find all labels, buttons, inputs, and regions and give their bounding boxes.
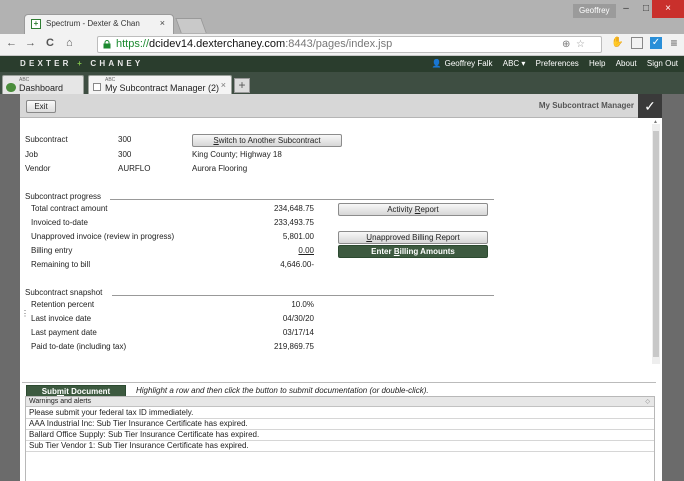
preferences-link[interactable]: Preferences xyxy=(536,59,579,68)
progress-label: Billing entry xyxy=(31,246,73,255)
url-text: https://dcidev14.dexterchaney.com:8443/p… xyxy=(116,38,393,50)
tab-label: My Subcontract Manager (2) xyxy=(105,83,220,93)
section-divider xyxy=(110,199,494,200)
job-label: Job xyxy=(25,150,38,159)
submit-hint: Highlight a row and then click the butto… xyxy=(136,386,429,395)
new-tab-button[interactable] xyxy=(175,18,207,33)
tab-label: Dashboard xyxy=(19,83,64,93)
cast-icon[interactable] xyxy=(631,37,643,49)
progress-value: 4,646.00- xyxy=(280,260,314,269)
table-row[interactable]: Ballard Office Supply: Sub Tier Insuranc… xyxy=(26,430,654,441)
snapshot-value: 219,869.75 xyxy=(273,342,314,351)
reload-icon[interactable]: C xyxy=(46,37,54,49)
scrollbar-thumb[interactable] xyxy=(653,131,659,357)
activity-report-button[interactable]: Activity Report xyxy=(338,203,488,216)
zoom-icon[interactable]: ⊕ xyxy=(562,39,570,50)
snapshot-label: Retention percent xyxy=(31,300,95,309)
switch-subcontract-label: witch to Another Subcontract xyxy=(218,136,321,145)
extension-check-icon[interactable]: ✓ xyxy=(650,37,662,49)
browser-navbar: ← → C ⌂ https://dcidev14.dexterchaney.co… xyxy=(0,34,684,56)
tab-dashboard[interactable]: ABC Dashboard xyxy=(2,75,84,94)
section-divider xyxy=(112,295,494,296)
user-menu: 👤 Geoffrey Falk ABC ▾ Preferences Help Ab… xyxy=(424,59,678,68)
billing-entry-link[interactable]: 0.00 xyxy=(234,246,314,255)
table-row[interactable]: Please submit your federal tax ID immedi… xyxy=(26,408,654,419)
browser-titlebar: + Spectrum - Dexter & Chan × Geoffrey – … xyxy=(0,0,684,34)
progress-value: 5,801.00 xyxy=(282,232,314,241)
user-icon: 👤 xyxy=(431,59,442,68)
app-header: DEXTER + CHANEY 👤 Geoffrey Falk ABC ▾ Pre… xyxy=(0,56,684,72)
app-tab-bar: ABC Dashboard ABC My Subcontract Manager… xyxy=(0,72,684,94)
job-description: King County; Highway 18 xyxy=(192,150,282,159)
bookmark-star-icon[interactable]: ☆ xyxy=(576,39,585,50)
table-row[interactable]: AAA Industrial Inc: Sub Tier Insurance C… xyxy=(26,419,654,430)
vendor-label: Vendor xyxy=(25,164,51,173)
progress-section-title: Subcontract progress xyxy=(25,192,102,201)
grid-header-label: Warnings and alerts xyxy=(29,398,91,405)
content-toolbar: Exit My Subcontract Manager ✓ xyxy=(20,94,662,118)
progress-label: Remaining to bill xyxy=(31,260,91,269)
confirm-check-icon[interactable]: ✓ xyxy=(638,94,662,118)
subcontract-value: 300 xyxy=(118,135,132,144)
lock-icon xyxy=(103,40,111,49)
exit-button[interactable]: Exit xyxy=(26,100,56,113)
main-content: Exit My Subcontract Manager ✓ ▲ Subcontr… xyxy=(20,94,662,481)
close-window-button[interactable]: × xyxy=(652,0,684,18)
browser-profile-chip[interactable]: Geoffrey xyxy=(573,4,616,18)
vendor-value: AURFLO xyxy=(118,164,151,173)
page-title: My Subcontract Manager xyxy=(538,101,634,110)
snapshot-label: Last payment date xyxy=(31,328,97,337)
tab-close-icon[interactable]: × xyxy=(221,80,226,90)
tab-close-icon[interactable]: × xyxy=(160,18,165,28)
address-bar[interactable]: https://dcidev14.dexterchaney.com:8443/p… xyxy=(97,36,602,53)
progress-label: Unapproved invoice (review in progress) xyxy=(31,232,175,241)
home-icon[interactable]: ⌂ xyxy=(66,37,73,49)
document-icon xyxy=(93,83,101,91)
browser-tab[interactable]: + Spectrum - Dexter & Chan × xyxy=(24,14,174,34)
about-link[interactable]: About xyxy=(616,59,637,68)
table-row[interactable]: Sub Tier Vendor 1: Sub Tier Insurance Ce… xyxy=(26,441,654,452)
snapshot-value: 04/30/20 xyxy=(282,314,314,323)
add-tab-button[interactable]: + xyxy=(234,78,250,93)
enter-billing-amounts-button[interactable]: Enter Billing Amounts xyxy=(338,245,488,258)
vertical-scrollbar[interactable] xyxy=(652,124,660,364)
snapshot-value: 10.0% xyxy=(291,300,314,309)
job-value: 300 xyxy=(118,150,132,159)
submit-bar: Submit Document Highlight a row and then… xyxy=(22,382,656,398)
user-name[interactable]: Geoffrey Falk xyxy=(445,59,493,68)
subcontract-label: Subcontract xyxy=(25,135,68,144)
tab-title: Spectrum - Dexter & Chan xyxy=(46,19,140,28)
vendor-description: Aurora Flooring xyxy=(192,164,248,173)
progress-value: 233,493.75 xyxy=(273,218,314,227)
back-arrow-icon[interactable]: ← xyxy=(6,37,17,49)
favicon-icon: + xyxy=(31,19,41,29)
resize-handle-icon[interactable]: ⋮ xyxy=(21,309,29,318)
forward-arrow-icon[interactable]: → xyxy=(25,37,36,49)
extension-hand-icon[interactable]: ✋ xyxy=(611,37,623,49)
expand-icon[interactable]: ◇ xyxy=(645,398,650,407)
brand-logo: DEXTER + CHANEY xyxy=(20,59,144,68)
company-select[interactable]: ABC ▾ xyxy=(503,59,526,68)
progress-label: Invoiced to-date xyxy=(31,218,88,227)
help-link[interactable]: Help xyxy=(589,59,605,68)
snapshot-section-title: Subcontract snapshot xyxy=(25,288,103,297)
warnings-grid: Warnings and alerts ◇ Please submit your… xyxy=(25,396,655,481)
menu-icon[interactable]: ≡ xyxy=(668,37,680,49)
snapshot-value: 03/17/14 xyxy=(282,328,314,337)
sign-out-link[interactable]: Sign Out xyxy=(647,59,678,68)
progress-value: 234,648.75 xyxy=(273,204,314,213)
dashboard-icon xyxy=(6,83,16,92)
progress-label: Total contract amount xyxy=(31,204,108,213)
switch-subcontract-button[interactable]: Switch to Another Subcontract xyxy=(192,134,342,147)
grid-header: Warnings and alerts ◇ xyxy=(26,397,654,407)
snapshot-label: Paid to-date (including tax) xyxy=(31,342,127,351)
unapproved-billing-report-button[interactable]: Unapproved Billing Report xyxy=(338,231,488,244)
tab-subcontract-manager[interactable]: ABC My Subcontract Manager (2) × xyxy=(88,75,232,94)
snapshot-label: Last invoice date xyxy=(31,314,92,323)
